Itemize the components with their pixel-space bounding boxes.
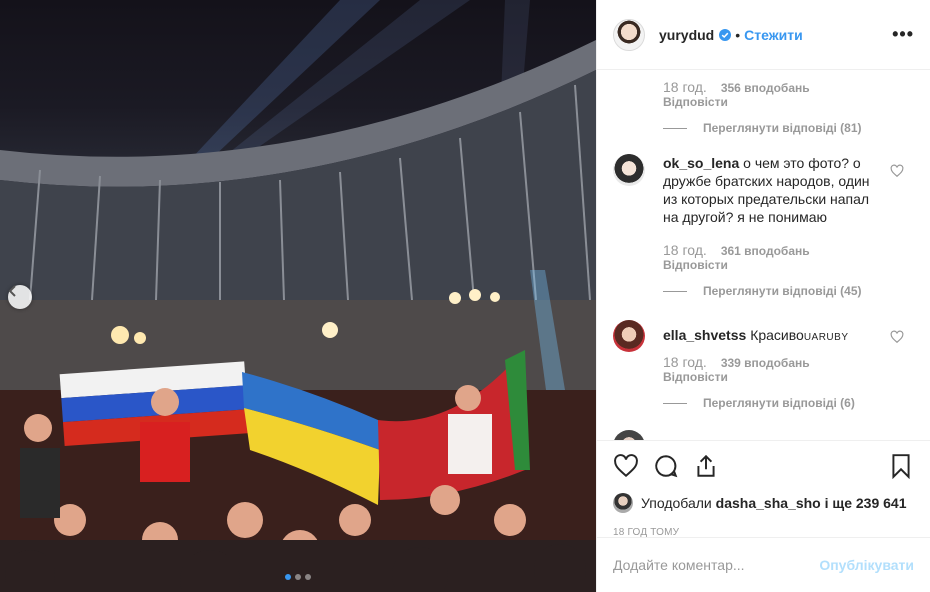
previous-slide-button[interactable] [8,285,32,309]
comment-partial: 18 год. 356 вподобань Відповісти Перегля… [613,79,914,135]
publish-button[interactable]: Опублікувати [819,557,914,573]
view-replies-button[interactable]: Переглянути відповіді (45) [663,284,914,298]
carousel-dot [305,574,311,580]
bookmark-icon[interactable] [888,453,914,479]
comment-likes[interactable]: 356 вподобань [721,81,810,95]
flag-letters: UARUBY [803,332,849,343]
comment-like-icon[interactable] [890,330,904,344]
commenter-avatar[interactable] [613,430,645,440]
comment-text: ella_shvetss КрасивоUARUBY [663,320,873,352]
header-separator: • [735,26,741,43]
comment-text: ok_so_lena о чем это фото? о дружбе брат… [663,154,873,226]
reply-button[interactable]: Відповісти [663,258,914,272]
view-replies-label: Переглянути відповіді (6) [703,396,855,410]
view-replies-label: Переглянути відповіді (81) [703,121,862,135]
replies-line [663,290,687,292]
comment-time[interactable]: 18 год. [663,79,707,95]
comment-composer: Опублікувати [597,537,930,592]
concert-photo-illustration [0,0,596,592]
comment-like-icon[interactable] [890,164,904,178]
comment-likes[interactable]: 361 вподобань [721,244,810,258]
commenter-username[interactable]: ella_shvetss [663,327,746,343]
post-side-panel: yurydud • Стежити ••• 18 год. 356 вподоб… [596,0,930,592]
comment-time[interactable]: 18 год. [663,242,707,258]
commenter-avatar[interactable] [613,154,645,186]
action-bar [613,451,914,481]
chevron-left-icon [8,285,16,297]
carousel-dot-active [285,574,291,580]
comment-item: ella_shvetss КрасивоUARUBY 18 год. 339 в… [613,320,914,410]
author-avatar[interactable] [613,18,645,51]
view-replies-label: Переглянути відповіді (45) [703,284,862,298]
carousel-dot [295,574,301,580]
post-actions: Уподобали dasha_sha_sho і ще 239 641 18 … [597,440,930,592]
liker-avatar[interactable] [613,493,633,513]
comment-content: Красиво [750,327,804,343]
comment-item: ok_so_lena о чем это фото? о дружбе брат… [613,154,914,298]
carousel-indicator [0,574,596,580]
replies-line [663,127,687,129]
share-icon[interactable] [693,453,719,479]
more-options-button[interactable]: ••• [892,24,914,45]
comments-list: 18 год. 356 вподобань Відповісти Перегля… [597,70,930,440]
comment-likes[interactable]: 339 вподобань [721,356,810,370]
heart-icon[interactable] [613,453,639,479]
replies-line [663,402,687,404]
post-photo [0,0,596,592]
author-username[interactable]: yurydud [659,27,714,43]
likes-prefix: Уподобали [641,495,712,511]
verified-badge-icon [719,28,732,41]
reply-button[interactable]: Відповісти [663,370,914,384]
comment-icon[interactable] [653,453,679,479]
reply-button[interactable]: Відповісти [663,95,914,109]
view-replies-button[interactable]: Переглянути відповіді (6) [663,396,914,410]
commenter-username[interactable]: ok_so_lena [663,155,739,171]
post-header: yurydud • Стежити ••• [597,0,930,70]
likes-summary: Уподобали dasha_sha_sho і ще 239 641 [613,493,914,513]
comment-input[interactable] [613,557,820,573]
view-replies-button[interactable]: Переглянути відповіді (81) [663,121,914,135]
likes-count[interactable]: і ще 239 641 [825,495,907,511]
follow-button[interactable]: Стежити [744,27,803,43]
commenter-avatar[interactable] [613,320,645,352]
liker-username[interactable]: dasha_sha_sho [716,495,821,511]
comment-time[interactable]: 18 год. [663,354,707,370]
